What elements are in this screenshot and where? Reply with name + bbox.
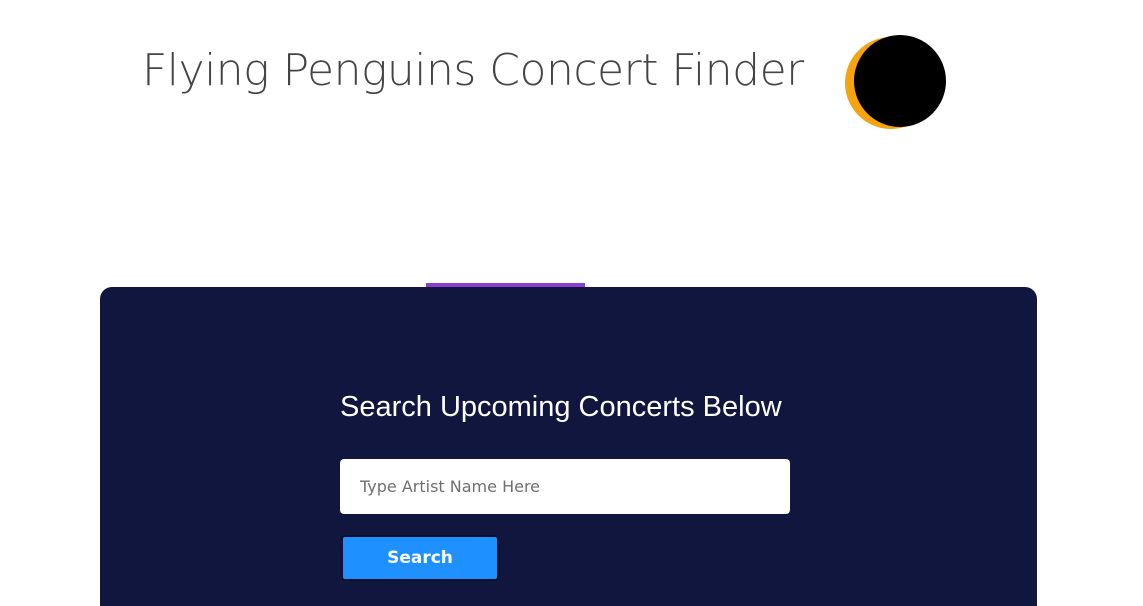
search-button[interactable]: Search <box>341 535 499 581</box>
eclipse-moon-icon <box>845 32 947 134</box>
artist-search-input[interactable] <box>340 459 790 514</box>
page: Flying Penguins Concert Finder Search Up… <box>0 0 1143 606</box>
site-title: Flying Penguins Concert Finder <box>142 45 804 96</box>
search-heading: Search Upcoming Concerts Below <box>340 391 782 423</box>
search-panel <box>100 287 1037 606</box>
